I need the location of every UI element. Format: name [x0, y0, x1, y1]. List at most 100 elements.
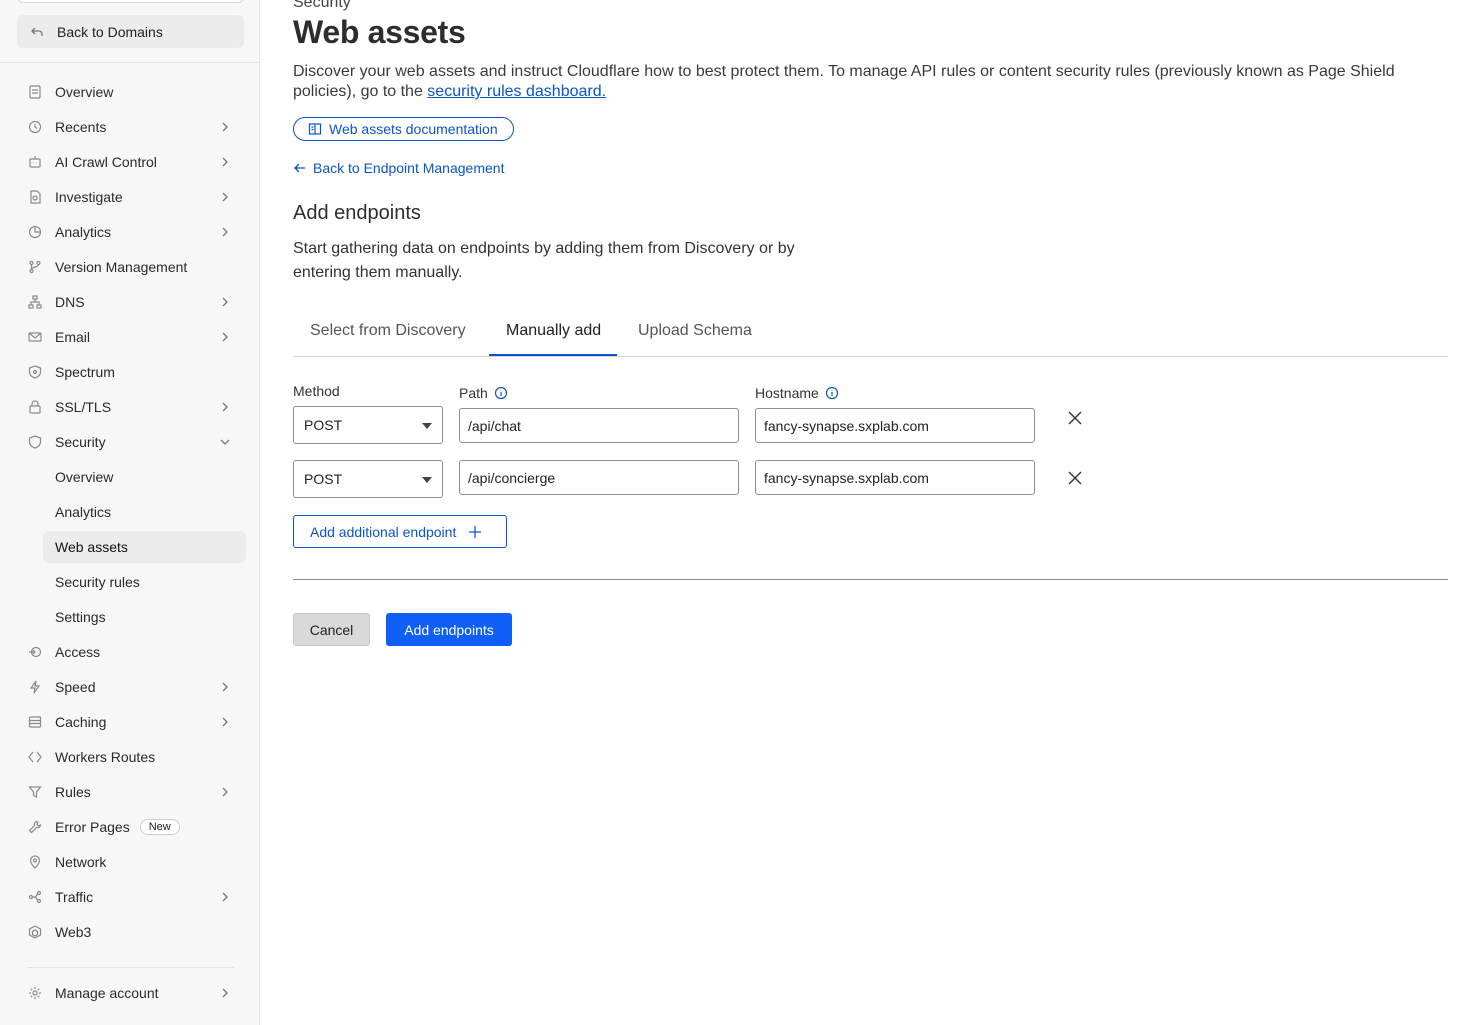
sidebar-item-recents[interactable]: Recents — [17, 111, 246, 143]
info-icon[interactable] — [494, 386, 508, 400]
hostname-label: Hostname — [755, 385, 839, 401]
sidebar-item-label: Web3 — [55, 924, 92, 940]
sidebar-subitem-analytics[interactable]: Analytics — [43, 496, 246, 528]
sidebar-subitem-label: Overview — [55, 469, 114, 485]
path-input[interactable] — [459, 408, 739, 443]
back-to-domains-button[interactable]: Back to Domains — [17, 15, 244, 48]
sidebar-item-access[interactable]: Access — [17, 636, 246, 668]
sidebar: Back to Domains Overview Recents AI Craw… — [0, 0, 260, 1025]
sidebar-item-traffic[interactable]: Traffic — [17, 881, 246, 913]
pie-chart-icon — [27, 224, 43, 240]
hostname-input[interactable] — [755, 408, 1035, 443]
sidebar-item-label: Error Pages — [55, 819, 130, 835]
add-additional-endpoint-button[interactable]: Add additional endpoint — [293, 515, 507, 548]
chevron-right-icon — [218, 295, 232, 309]
sidebar-item-workers-routes[interactable]: Workers Routes — [17, 741, 246, 773]
sidebar-item-label: Investigate — [55, 189, 123, 205]
sidebar-item-error-pages[interactable]: Error Pages New — [17, 811, 246, 843]
sidebar-item-caching[interactable]: Caching — [17, 706, 246, 738]
sidebar-item-overview[interactable]: Overview — [17, 76, 246, 108]
arrow-left-icon — [293, 161, 307, 175]
method-select-value: POST — [304, 471, 343, 487]
add-endpoints-button[interactable]: Add endpoints — [386, 613, 512, 646]
remove-endpoint-button[interactable] — [1065, 410, 1085, 430]
traffic-icon — [27, 889, 43, 905]
path-input[interactable] — [459, 460, 739, 495]
book-icon — [308, 122, 322, 136]
chevron-right-icon — [218, 986, 232, 1000]
sidebar-subitem-label: Security rules — [55, 574, 140, 590]
tab-upload-schema[interactable]: Upload Schema — [638, 314, 752, 356]
method-label-text: Method — [293, 383, 340, 399]
sidebar-item-spectrum[interactable]: Spectrum — [17, 356, 246, 388]
sidebar-item-label: Speed — [55, 679, 96, 695]
security-rules-dashboard-link[interactable]: security rules dashboard. — [427, 83, 606, 100]
tab-manually-add[interactable]: Manually add — [489, 314, 618, 356]
chevron-right-icon — [218, 715, 232, 729]
chevron-right-icon — [218, 680, 232, 694]
back-arrow-icon — [29, 24, 45, 40]
history-icon — [27, 119, 43, 135]
web-assets-documentation-button[interactable]: Web assets documentation — [293, 117, 514, 141]
sidebar-subitem-security-rules[interactable]: Security rules — [43, 566, 246, 598]
lightning-icon — [27, 679, 43, 695]
shield-icon — [27, 434, 43, 450]
spectrum-icon — [27, 364, 43, 380]
sidebar-item-label: Security — [55, 434, 106, 450]
method-select[interactable]: POST — [293, 406, 443, 444]
remove-endpoint-button[interactable] — [1065, 470, 1085, 490]
sidebar-item-ai-crawl-control[interactable]: AI Crawl Control — [17, 146, 246, 178]
workers-icon — [27, 749, 43, 765]
sidebar-item-rules[interactable]: Rules — [17, 776, 246, 808]
sidebar-subitem-settings[interactable]: Settings — [43, 601, 246, 633]
location-pin-icon — [27, 854, 43, 870]
gear-icon — [27, 985, 43, 1001]
chevron-right-icon — [218, 400, 232, 414]
sidebar-divider — [27, 967, 234, 968]
sidebar-item-version-management[interactable]: Version Management — [17, 251, 246, 283]
add-endpoints-label: Add endpoints — [404, 621, 494, 638]
add-endpoints-description: Start gathering data on endpoints by add… — [293, 240, 795, 281]
back-link-label: Back to Endpoint Management — [313, 160, 505, 176]
sidebar-item-speed[interactable]: Speed — [17, 671, 246, 703]
sidebar-item-label: Workers Routes — [55, 749, 156, 765]
docs-button-label: Web assets documentation — [329, 121, 498, 137]
method-select[interactable]: POST — [293, 460, 443, 498]
section-label: Security — [293, 0, 351, 11]
info-icon[interactable] — [825, 386, 839, 400]
sidebar-item-security[interactable]: Security — [17, 426, 246, 458]
sidebar-subitem-web-assets[interactable]: Web assets — [43, 531, 246, 563]
back-to-endpoint-management-link[interactable]: Back to Endpoint Management — [293, 160, 504, 176]
close-icon — [1067, 410, 1083, 431]
sidebar-item-web3[interactable]: Web3 — [17, 916, 246, 948]
sidebar-item-investigate[interactable]: Investigate — [17, 181, 246, 213]
page-title: Web assets — [293, 14, 466, 50]
lock-icon — [27, 399, 43, 415]
access-icon — [27, 644, 43, 660]
path-label-text: Path — [459, 385, 488, 401]
sidebar-item-ssl-tls[interactable]: SSL/TLS — [17, 391, 246, 423]
wrench-icon — [27, 819, 43, 835]
chevron-right-icon — [218, 190, 232, 204]
tab-label: Select from Discovery — [310, 322, 466, 339]
web3-icon — [27, 924, 43, 940]
chevron-down-icon — [218, 435, 232, 449]
sidebar-top-control[interactable] — [17, 0, 244, 3]
sidebar-item-analytics[interactable]: Analytics — [17, 216, 246, 248]
cancel-label: Cancel — [309, 621, 354, 638]
sidebar-subitem-label: Web assets — [55, 539, 128, 555]
tab-select-from-discovery[interactable]: Select from Discovery — [310, 314, 466, 356]
new-badge: New — [139, 819, 180, 835]
sidebar-item-label: DNS — [55, 294, 85, 310]
sidebar-item-email[interactable]: Email — [17, 321, 246, 353]
sidebar-item-label: Email — [55, 329, 91, 345]
sidebar-item-network[interactable]: Network — [17, 846, 246, 878]
database-icon — [27, 714, 43, 730]
sidebar-item-dns[interactable]: DNS — [17, 286, 246, 318]
close-icon — [1067, 470, 1083, 491]
cancel-button[interactable]: Cancel — [293, 613, 370, 646]
sidebar-subitem-overview[interactable]: Overview — [43, 461, 246, 493]
hostname-input[interactable] — [755, 460, 1035, 495]
chevron-right-icon — [218, 120, 232, 134]
sidebar-item-manage-account[interactable]: Manage account — [17, 977, 246, 1009]
